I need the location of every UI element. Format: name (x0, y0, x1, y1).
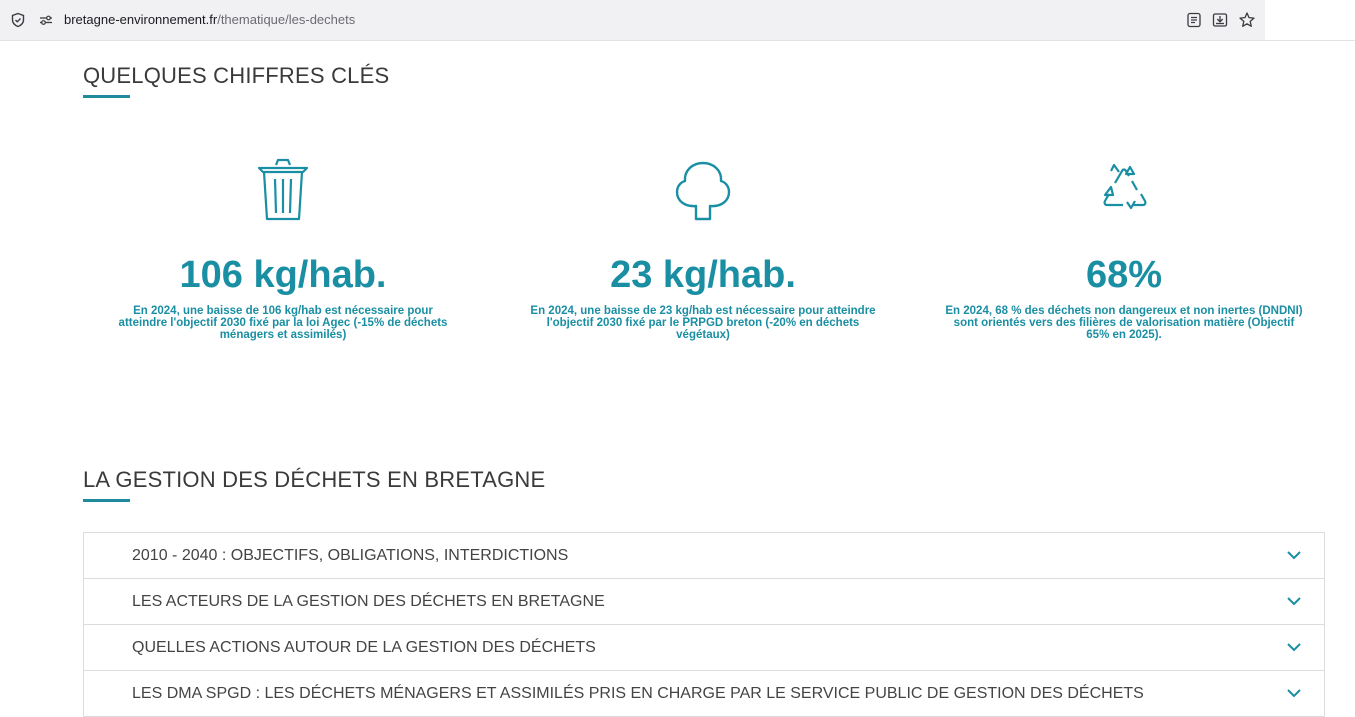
browser-address-bar[interactable]: bretagne-environnement.fr/thematique/les… (0, 0, 1265, 41)
management-accordion: 2010 - 2040 : OBJECTIFS, OBLIGATIONS, IN… (83, 532, 1325, 717)
permissions-icon[interactable] (38, 12, 54, 28)
chevron-down-icon[interactable] (1286, 594, 1302, 608)
chevron-down-icon[interactable] (1286, 686, 1302, 700)
key-figures-title: QUELQUES CHIFFRES CLÉS (83, 63, 390, 88)
stat-value-2: 23 kg/hab. (610, 254, 796, 296)
management-title: LA GESTION DES DÉCHETS EN BRETAGNE (83, 467, 546, 492)
chevron-down-icon[interactable] (1286, 640, 1302, 654)
accordion-label: LES DMA SPGD : LES DÉCHETS MÉNAGERS ET A… (132, 685, 1144, 702)
trash-bin-icon (257, 158, 309, 221)
url-path: /thematique/les-dechets (217, 12, 356, 27)
accordion-label: 2010 - 2040 : OBJECTIFS, OBLIGATIONS, IN… (132, 547, 569, 564)
stat-item-2: 23 kg/hab. En 2024, une baisse de 23 kg/… (523, 157, 883, 341)
accordion-label: QUELLES ACTIONS AUTOUR DE LA GESTION DES… (132, 639, 596, 656)
stat-item-1: 106 kg/hab. En 2024, une baisse de 106 k… (103, 157, 463, 341)
save-to-pocket-icon[interactable] (1211, 11, 1229, 29)
accordion-item-objectifs[interactable]: 2010 - 2040 : OBJECTIFS, OBLIGATIONS, IN… (84, 533, 1324, 579)
key-figures-underline (83, 95, 130, 98)
bookmark-star-icon[interactable] (1238, 11, 1256, 29)
stat-description-2: En 2024, une baisse de 23 kg/hab est néc… (530, 305, 876, 341)
reader-view-icon[interactable] (1185, 11, 1203, 29)
accordion-item-actions[interactable]: QUELLES ACTIONS AUTOUR DE LA GESTION DES… (84, 625, 1324, 671)
toolbar-spacer (1265, 0, 1355, 41)
stat-value-3: 68% (1085, 254, 1163, 296)
shield-icon[interactable] (10, 12, 26, 28)
stat-description-1: En 2024, une baisse de 106 kg/hab est né… (118, 305, 448, 341)
stat-item-3: 68% En 2024, 68 % des déchets non danger… (944, 157, 1304, 341)
accordion-item-dma-spgd[interactable]: LES DMA SPGD : LES DÉCHETS MÉNAGERS ET A… (84, 671, 1324, 717)
management-underline (83, 499, 130, 502)
accordion-label: LES ACTEURS DE LA GESTION DES DÉCHETS EN… (132, 593, 605, 610)
url-domain: bretagne-environnement.fr (64, 12, 218, 27)
chevron-down-icon[interactable] (1286, 548, 1302, 562)
recycle-icon (1103, 163, 1147, 210)
accordion-item-acteurs[interactable]: LES ACTEURS DE LA GESTION DES DÉCHETS EN… (84, 579, 1324, 625)
stat-value-1: 106 kg/hab. (179, 254, 387, 296)
stat-description-3: En 2024, 68 % des déchets non dangereux … (945, 305, 1303, 341)
tree-icon (675, 161, 731, 221)
url-text[interactable]: bretagne-environnement.fr/thematique/les… (64, 12, 355, 27)
